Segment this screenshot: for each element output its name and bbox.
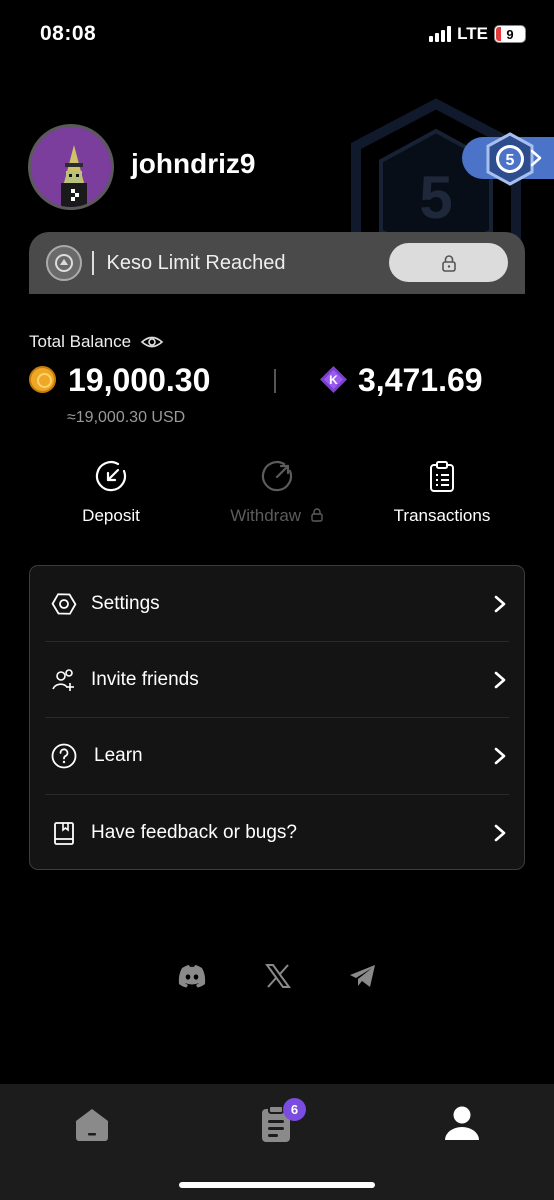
settings-menu: Settings Invite friends Learn Have feedb… <box>29 565 525 870</box>
telegram-icon[interactable] <box>347 960 379 992</box>
keso-balance: 3,471.69 <box>358 362 483 398</box>
menu-item-invite-friends[interactable]: Invite friends <box>30 642 524 718</box>
eye-icon[interactable] <box>140 334 164 350</box>
x-icon[interactable] <box>262 960 294 992</box>
status-indicators: LTE 9 <box>429 24 526 44</box>
balance-divider <box>274 369 276 393</box>
menu-label-invite-friends: Invite friends <box>91 669 199 690</box>
chevron-right-icon <box>494 671 506 689</box>
signal-icon <box>429 26 452 42</box>
level-number: 5 <box>506 152 515 169</box>
keso-coin-icon <box>46 245 82 281</box>
menu-item-learn[interactable]: Learn <box>30 718 524 794</box>
chevron-right-icon <box>494 824 506 842</box>
chevron-right-icon <box>494 595 506 613</box>
usd-equivalent: ≈19,000.30 USD <box>67 409 186 426</box>
withdraw-icon <box>261 461 293 492</box>
coin-balance: 19,000.30 <box>68 362 211 398</box>
deposit-icon <box>95 461 127 492</box>
invite-friends-icon <box>52 669 74 691</box>
home-indicator[interactable] <box>179 1182 375 1188</box>
feedback-book-icon <box>54 822 74 845</box>
menu-label-settings: Settings <box>91 593 160 614</box>
menu-item-feedback[interactable]: Have feedback or bugs? <box>30 795 524 871</box>
total-balance-label: Total Balance <box>29 332 164 352</box>
battery-level: 9 <box>506 26 514 42</box>
transactions-icon <box>430 461 454 492</box>
profile-icon[interactable] <box>442 1104 482 1144</box>
total-balance-text: Total Balance <box>29 332 132 351</box>
network-type: LTE <box>457 24 488 43</box>
help-icon <box>51 743 77 769</box>
divider <box>92 251 94 275</box>
keso-limit-banner: Keso Limit Reached <box>29 232 525 294</box>
menu-label-feedback: Have feedback or bugs? <box>91 822 297 843</box>
chevron-right-icon <box>494 747 506 765</box>
withdraw-label: Withdraw <box>207 506 347 526</box>
keso-limit-text: Keso Limit Reached <box>106 251 286 274</box>
avatar[interactable] <box>28 124 114 210</box>
transactions-button[interactable]: Transactions <box>372 460 512 526</box>
home-icon[interactable] <box>72 1104 112 1144</box>
status-time: 08:08 <box>40 22 97 45</box>
battery-icon: 9 <box>494 25 526 43</box>
settings-icon <box>51 593 77 615</box>
tasks-badge: 6 <box>283 1098 306 1121</box>
keso-unlock-button[interactable] <box>389 243 508 282</box>
keso-gem-icon: K <box>320 366 347 393</box>
lock-icon <box>441 254 456 272</box>
withdraw-button[interactable]: Withdraw <box>207 460 347 526</box>
deposit-button[interactable]: Deposit <box>41 460 181 526</box>
avatar-pixel-art-icon <box>31 127 111 207</box>
deposit-label: Deposit <box>82 506 140 525</box>
discord-icon[interactable] <box>176 960 208 992</box>
chevron-right-icon[interactable] <box>530 147 542 173</box>
username: johndriz9 <box>131 148 256 179</box>
lock-icon <box>311 508 323 522</box>
level-watermark-number: 5 <box>419 164 452 231</box>
transactions-label: Transactions <box>393 506 491 525</box>
menu-item-settings[interactable]: Settings <box>30 566 524 642</box>
gold-coin-icon <box>29 366 56 393</box>
withdraw-text: Withdraw <box>230 506 302 525</box>
svg-text:K: K <box>329 373 338 387</box>
menu-label-learn: Learn <box>94 745 143 766</box>
